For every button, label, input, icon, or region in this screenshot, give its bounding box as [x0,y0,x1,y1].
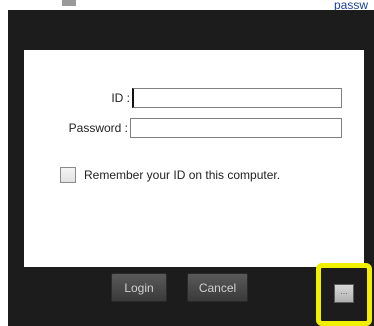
cancel-button[interactable]: Cancel [187,273,248,302]
id-label: ID : [111,91,130,105]
background-fragment [62,0,76,6]
remember-id-checkbox[interactable] [60,167,76,183]
password-input[interactable] [130,118,342,138]
password-row: Password : [24,118,342,138]
more-options-button[interactable]: ... [334,284,354,303]
remember-row: Remember your ID on this computer. [60,167,280,183]
remember-id-label[interactable]: Remember your ID on this computer. [84,168,280,182]
password-label: Password : [68,121,128,135]
login-form-panel: ID : Password : Remember your ID on this… [24,50,364,267]
id-row: ID : [24,88,342,108]
id-input[interactable] [132,88,342,108]
login-button[interactable]: Login [111,273,167,302]
